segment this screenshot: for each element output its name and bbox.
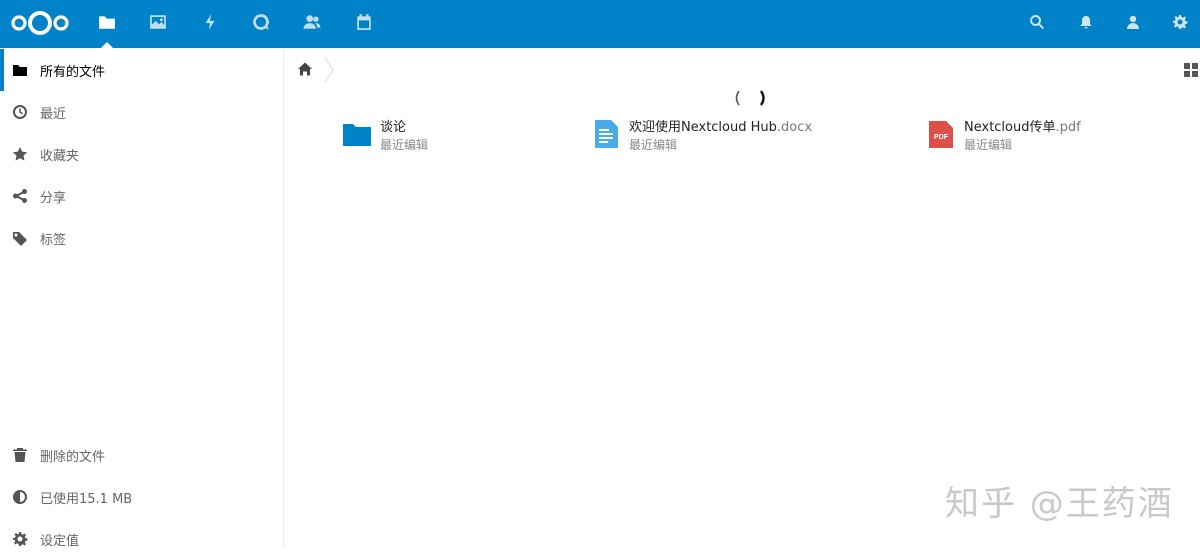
- app-files[interactable]: [81, 0, 133, 48]
- breadcrumb: [285, 48, 1200, 92]
- file-subtitle: 最近编辑: [629, 138, 678, 152]
- nav-favorites[interactable]: 收藏夹: [0, 133, 284, 175]
- folder-icon: [342, 118, 372, 150]
- top-bar: [0, 0, 1200, 48]
- pdf-icon: PDF: [926, 118, 956, 150]
- gear-icon: [1172, 14, 1188, 34]
- nav-tags[interactable]: 标签: [0, 217, 284, 259]
- user-icon: [1125, 14, 1141, 34]
- nav-deleted-files[interactable]: 删除的文件: [0, 434, 284, 476]
- share-icon: [12, 188, 28, 204]
- app-activity[interactable]: [184, 0, 236, 48]
- notifications-button[interactable]: [1066, 0, 1106, 48]
- app-content: 谈论 最近编辑 欢迎使用Nextcloud Hub.docx 最近编辑 PDF …: [285, 48, 1200, 548]
- clock-icon: [12, 104, 28, 120]
- home-icon: [297, 62, 313, 81]
- settings-icon: [12, 531, 28, 547]
- trash-icon: [12, 447, 28, 463]
- breadcrumb-separator: [324, 57, 334, 83]
- nav-label: 设定值: [40, 533, 80, 549]
- document-icon: [591, 118, 621, 150]
- folder-icon: [98, 13, 116, 35]
- app-navigation: 所有的文件 最近 收藏夹 分享 标签 删除的文件 已使用15.1 MB 设定值: [0, 48, 284, 549]
- nav-all-files[interactable]: 所有的文件: [0, 49, 284, 91]
- file-name: 欢迎使用Nextcloud Hub.docx: [629, 120, 813, 135]
- bell-icon: [1078, 14, 1094, 34]
- nav-recent[interactable]: 最近: [0, 91, 284, 133]
- app-photos[interactable]: [132, 0, 184, 48]
- calendar-icon: [355, 13, 373, 35]
- watermark: 知乎 @王药酒: [945, 484, 1174, 524]
- nav-shares[interactable]: 分享: [0, 175, 284, 217]
- contacts-menu-button[interactable]: [1113, 0, 1153, 48]
- nav-label: 分享: [40, 190, 67, 206]
- app-contacts[interactable]: [286, 0, 338, 48]
- contacts-icon: [303, 13, 321, 35]
- grid-icon: [1184, 62, 1198, 81]
- app-calendar[interactable]: [338, 0, 390, 48]
- settings-menu-button[interactable]: [1160, 0, 1200, 48]
- file-subtitle: 最近编辑: [380, 138, 429, 152]
- file-subtitle: 最近编辑: [964, 138, 1013, 152]
- pdf-badge-label: PDF: [934, 134, 949, 141]
- grid-view-toggle[interactable]: [1184, 62, 1200, 78]
- file-name: Nextcloud传单.pdf: [964, 120, 1081, 135]
- quota-icon: [12, 489, 28, 505]
- breadcrumb-home[interactable]: [297, 61, 315, 79]
- search-button[interactable]: [1017, 0, 1057, 48]
- nav-label: 标签: [40, 232, 67, 248]
- nav-label: 最近: [40, 106, 67, 122]
- tag-icon: [12, 230, 28, 246]
- nav-label: 删除的文件: [40, 449, 106, 465]
- nav-label: 所有的文件: [40, 64, 106, 80]
- app-talk[interactable]: [235, 0, 287, 48]
- loading-spinner-icon: [735, 90, 765, 106]
- search-icon: [1029, 14, 1045, 34]
- nav-quota: 已使用15.1 MB: [0, 476, 284, 518]
- image-icon: [149, 13, 167, 35]
- nav-label: 已使用15.1 MB: [40, 491, 133, 507]
- talk-icon: [252, 13, 270, 35]
- nav-settings[interactable]: 设定值: [0, 518, 284, 560]
- lightning-icon: [201, 13, 219, 35]
- nav-label: 收藏夹: [40, 148, 80, 164]
- file-name: 谈论: [380, 120, 407, 135]
- folder-icon: [12, 62, 28, 78]
- star-icon: [12, 146, 28, 162]
- nextcloud-logo[interactable]: [10, 8, 70, 38]
